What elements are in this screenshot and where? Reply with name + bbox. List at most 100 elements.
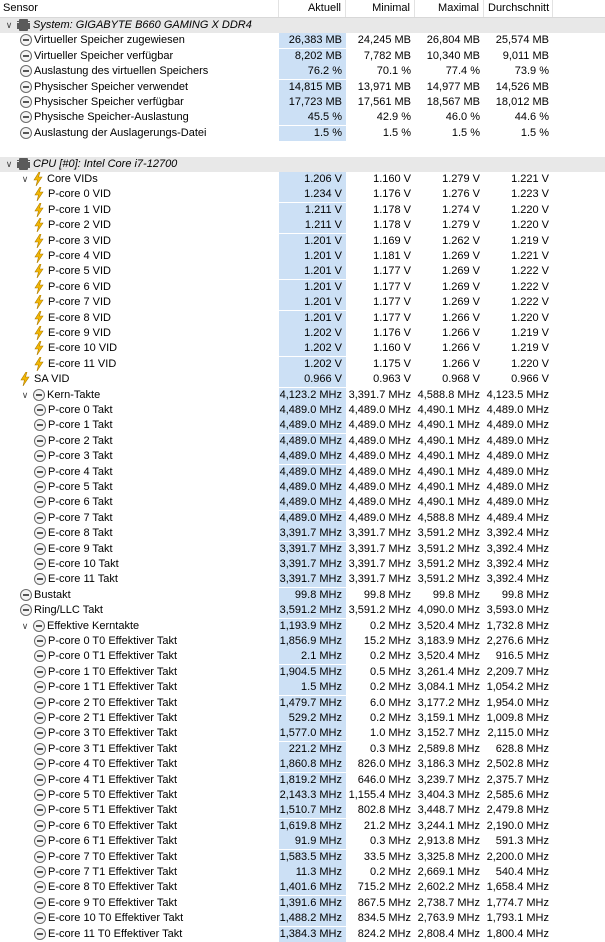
header-max[interactable]: Maximal — [415, 0, 484, 17]
sensor-row[interactable]: E-core 9 T0 Effektiver Takt 1,391.6 MHz 86… — [0, 895, 605, 911]
value-min: 0.2 MHz — [370, 712, 411, 724]
sensor-row[interactable]: E-core 8 Takt 3,391.7 MHz 3,391.7 MHz 3,591… — [0, 526, 605, 542]
sensor-row[interactable]: P-core 6 Takt 4,489.0 MHz 4,489.0 MHz 4,490… — [0, 495, 605, 511]
sensor-row[interactable]: E-core 9 VID 1.202 V 1.176 V 1.266 V 1.219 V — [0, 326, 605, 341]
sensor-name: P-core 2 Takt — [48, 434, 113, 447]
sensor-row[interactable]: P-core 0 T1 Effektiver Takt 2.1 MHz 0.2 MH… — [0, 649, 605, 665]
sensor-label-cell: P-core 4 Takt — [0, 465, 278, 480]
sensor-row[interactable]: Ring/LLC Takt 3,591.2 MHz 3,591.2 MHz 4,090… — [0, 603, 605, 619]
sensor-group-row[interactable]: ∨ System: GIGABYTE B660 GAMING X DDR4 — [0, 18, 605, 33]
sensor-row[interactable]: E-core 10 T0 Effektiver Takt 1,488.2 MHz 8… — [0, 911, 605, 927]
header-avg[interactable]: Durchschnitt — [484, 0, 553, 17]
expand-chevron-icon[interactable]: ∨ — [4, 159, 14, 169]
value-cur: 1.201 V — [279, 295, 346, 311]
expand-chevron-icon[interactable]: ∨ — [4, 20, 14, 30]
sensor-row[interactable]: P-core 2 T0 Effektiver Takt 1,479.7 MHz 6.… — [0, 695, 605, 711]
sensor-row[interactable]: Bustakt 99.8 MHz 99.8 MHz 99.8 MHz 99.8 MHz — [0, 587, 605, 603]
value-avg — [484, 18, 553, 33]
sensor-row[interactable]: P-core 3 T0 Effektiver Takt 1,577.0 MHz 1.… — [0, 726, 605, 742]
sensor-row[interactable]: P-core 5 T1 Effektiver Takt 1,510.7 MHz 80… — [0, 803, 605, 819]
header-current[interactable]: Aktuell — [279, 0, 346, 17]
sensor-row[interactable]: E-core 8 VID 1.201 V 1.177 V 1.266 V 1.220 V — [0, 310, 605, 326]
sensor-row[interactable]: P-core 4 T0 Effektiver Takt 1,860.8 MHz 82… — [0, 757, 605, 773]
sensor-row[interactable]: E-core 11 T0 Effektiver Takt 1,384.3 MHz 8… — [0, 926, 605, 942]
sensor-group-row[interactable]: ∨ CPU [#0]: Intel Core i7-12700 — [0, 156, 605, 172]
clock-icon — [20, 49, 32, 62]
value-avg: 18,012 MB — [495, 96, 549, 108]
value-avg: 1.220 V — [511, 203, 549, 216]
sensor-name: Physischer Speicher verfügbar — [34, 96, 184, 108]
sensor-row[interactable]: Virtueller Speicher zugewiesen 26,383 MB 2… — [0, 33, 605, 49]
sensor-row[interactable]: P-core 5 T0 Effektiver Takt 2,143.3 MHz 1,… — [0, 788, 605, 803]
sensor-row[interactable]: P-core 5 VID 1.201 V 1.177 V 1.269 V 1.222 V — [0, 264, 605, 280]
sensor-row[interactable]: P-core 7 T1 Effektiver Takt 11.3 MHz 0.2 M… — [0, 865, 605, 880]
sensor-row[interactable]: E-core 9 Takt 3,391.7 MHz 3,391.7 MHz 3,591… — [0, 541, 605, 557]
sensor-row[interactable]: P-core 7 Takt 4,489.0 MHz 4,489.0 MHz 4,588… — [0, 510, 605, 526]
header-min[interactable]: Minimal — [346, 0, 415, 17]
expand-chevron-icon[interactable]: ∨ — [20, 174, 30, 184]
sensor-row[interactable]: ∨ Kern-Takte 4,123.2 MHz 3,391.7 MHz 4,588.8… — [0, 387, 605, 403]
sensor-row[interactable]: E-core 11 Takt 3,391.7 MHz 3,391.7 MHz 3,59… — [0, 572, 605, 588]
sensor-name: P-core 0 T0 Effektiver Takt — [48, 635, 178, 647]
sensor-row[interactable]: E-core 10 VID 1.202 V 1.160 V 1.266 V 1.219 … — [0, 341, 605, 357]
sensor-row[interactable]: SA VID 0.966 V 0.963 V 0.968 V 0.966 V — [0, 372, 605, 388]
value-cur: 91.9 MHz — [279, 834, 346, 850]
expand-chevron-icon[interactable]: ∨ — [20, 621, 30, 631]
value-avg: 3,392.4 MHz — [486, 527, 549, 540]
sensor-row[interactable]: P-core 2 Takt 4,489.0 MHz 4,489.0 MHz 4,490… — [0, 433, 605, 449]
value-min: 646.0 MHz — [357, 773, 411, 786]
sensor-row[interactable]: E-core 10 Takt 3,391.7 MHz 3,391.7 MHz 3,59… — [0, 557, 605, 572]
sensor-row[interactable]: P-core 3 T1 Effektiver Takt 221.2 MHz 0.3 … — [0, 741, 605, 757]
sensor-row[interactable]: ∨ Core VIDs 1.206 V 1.160 V 1.279 V 1.221 V — [0, 172, 605, 187]
sensor-name: P-core 6 T0 Effektiver Takt — [48, 819, 178, 832]
sensor-row[interactable]: P-core 7 VID 1.201 V 1.177 V 1.269 V 1.222 V — [0, 295, 605, 311]
sensor-row[interactable]: P-core 6 T1 Effektiver Takt 91.9 MHz 0.3 M… — [0, 834, 605, 850]
sensor-row[interactable]: P-core 4 VID 1.201 V 1.181 V 1.269 V 1.221 V — [0, 249, 605, 264]
sensor-name: Core VIDs — [47, 173, 98, 185]
clock-icon — [34, 558, 46, 570]
value-min: 3,591.2 MHz — [348, 604, 411, 617]
sensor-row[interactable]: P-core 6 VID 1.201 V 1.177 V 1.269 V 1.222 V — [0, 279, 605, 295]
sensor-name: E-core 11 VID — [48, 357, 117, 370]
sensor-row[interactable]: P-core 1 T0 Effektiver Takt 1,904.5 MHz 0.… — [0, 664, 605, 680]
sensor-label-cell: P-core 0 VID — [0, 187, 278, 202]
expand-chevron-icon[interactable]: ∨ — [20, 390, 30, 400]
clock-icon — [34, 404, 46, 416]
sensor-row[interactable]: P-core 1 VID 1.211 V 1.178 V 1.274 V 1.220 V — [0, 202, 605, 218]
sensor-row[interactable]: P-core 4 T1 Effektiver Takt 1,819.2 MHz 64… — [0, 772, 605, 788]
clock-icon — [34, 696, 46, 709]
value-min: 7,782 MB — [363, 49, 411, 62]
sensor-row[interactable]: P-core 4 Takt 4,489.0 MHz 4,489.0 MHz 4,490… — [0, 464, 605, 480]
sensor-row[interactable]: P-core 7 T0 Effektiver Takt 1,583.5 MHz 33… — [0, 849, 605, 865]
value-cur: 1.211 V — [279, 218, 346, 234]
sensor-row[interactable]: P-core 3 Takt 4,489.0 MHz 4,489.0 MHz 4,490… — [0, 449, 605, 465]
sensor-row[interactable]: P-core 3 VID 1.201 V 1.169 V 1.262 V 1.219 V — [0, 233, 605, 249]
value-min: 4,489.0 MHz — [348, 481, 411, 493]
sensor-row[interactable]: P-core 1 T1 Effektiver Takt 1.5 MHz 0.2 MH… — [0, 680, 605, 696]
sensor-row[interactable]: Physischer Speicher verwendet 14,815 MB 13… — [0, 79, 605, 95]
sensor-row[interactable]: Physische Speicher-Auslastung 45.5 % 42.9 … — [0, 110, 605, 126]
value-max: 10,340 MB — [426, 49, 480, 62]
sensor-row[interactable]: P-core 0 T0 Effektiver Takt 1,856.9 MHz 15… — [0, 634, 605, 649]
sensor-row[interactable]: ∨ Effektive Kerntakte 1,193.9 MHz 0.2 MHz 3,… — [0, 618, 605, 634]
sensor-row[interactable]: P-core 5 Takt 4,489.0 MHz 4,489.0 MHz 4,490… — [0, 480, 605, 495]
sensor-row[interactable]: E-core 8 T0 Effektiver Takt 1,401.6 MHz 71… — [0, 880, 605, 896]
sensor-row[interactable]: Physischer Speicher verfügbar 17,723 MB 17… — [0, 95, 605, 110]
sensor-row[interactable]: P-core 6 T0 Effektiver Takt 1,619.8 MHz 21… — [0, 818, 605, 834]
sensor-row[interactable]: Virtueller Speicher verfügbar 8,202 MB 7,7… — [0, 48, 605, 64]
sensor-row[interactable]: E-core 11 VID 1.202 V 1.175 V 1.266 V 1.220 … — [0, 356, 605, 372]
sensor-row[interactable]: P-core 2 T1 Effektiver Takt 529.2 MHz 0.2 … — [0, 711, 605, 726]
sensor-row[interactable]: P-core 0 VID 1.234 V 1.176 V 1.276 V 1.223 V — [0, 187, 605, 203]
sensor-row[interactable]: P-core 2 VID 1.211 V 1.178 V 1.279 V 1.220 V — [0, 218, 605, 234]
sensor-label-cell: Physischer Speicher verfügbar — [0, 95, 278, 110]
sensor-row[interactable]: P-core 1 Takt 4,489.0 MHz 4,489.0 MHz 4,490… — [0, 418, 605, 434]
header-sensor[interactable]: Sensor — [0, 0, 279, 17]
value-cur: 3,391.7 MHz — [279, 541, 346, 557]
value-avg: 2,115.0 MHz — [487, 727, 549, 740]
value-max: 3,591.2 MHz — [417, 558, 480, 570]
sensor-label-cell: P-core 7 Takt — [0, 511, 278, 526]
sensor-row[interactable]: Auslastung des virtuellen Speichers 76.2 … — [0, 64, 605, 80]
sensor-row[interactable]: P-core 0 Takt 4,489.0 MHz 4,489.0 MHz 4,490… — [0, 403, 605, 418]
value-avg: 591.3 MHz — [495, 835, 549, 848]
sensor-row[interactable]: Auslastung der Auslagerungs-Datei 1.5 % 1.… — [0, 125, 605, 141]
